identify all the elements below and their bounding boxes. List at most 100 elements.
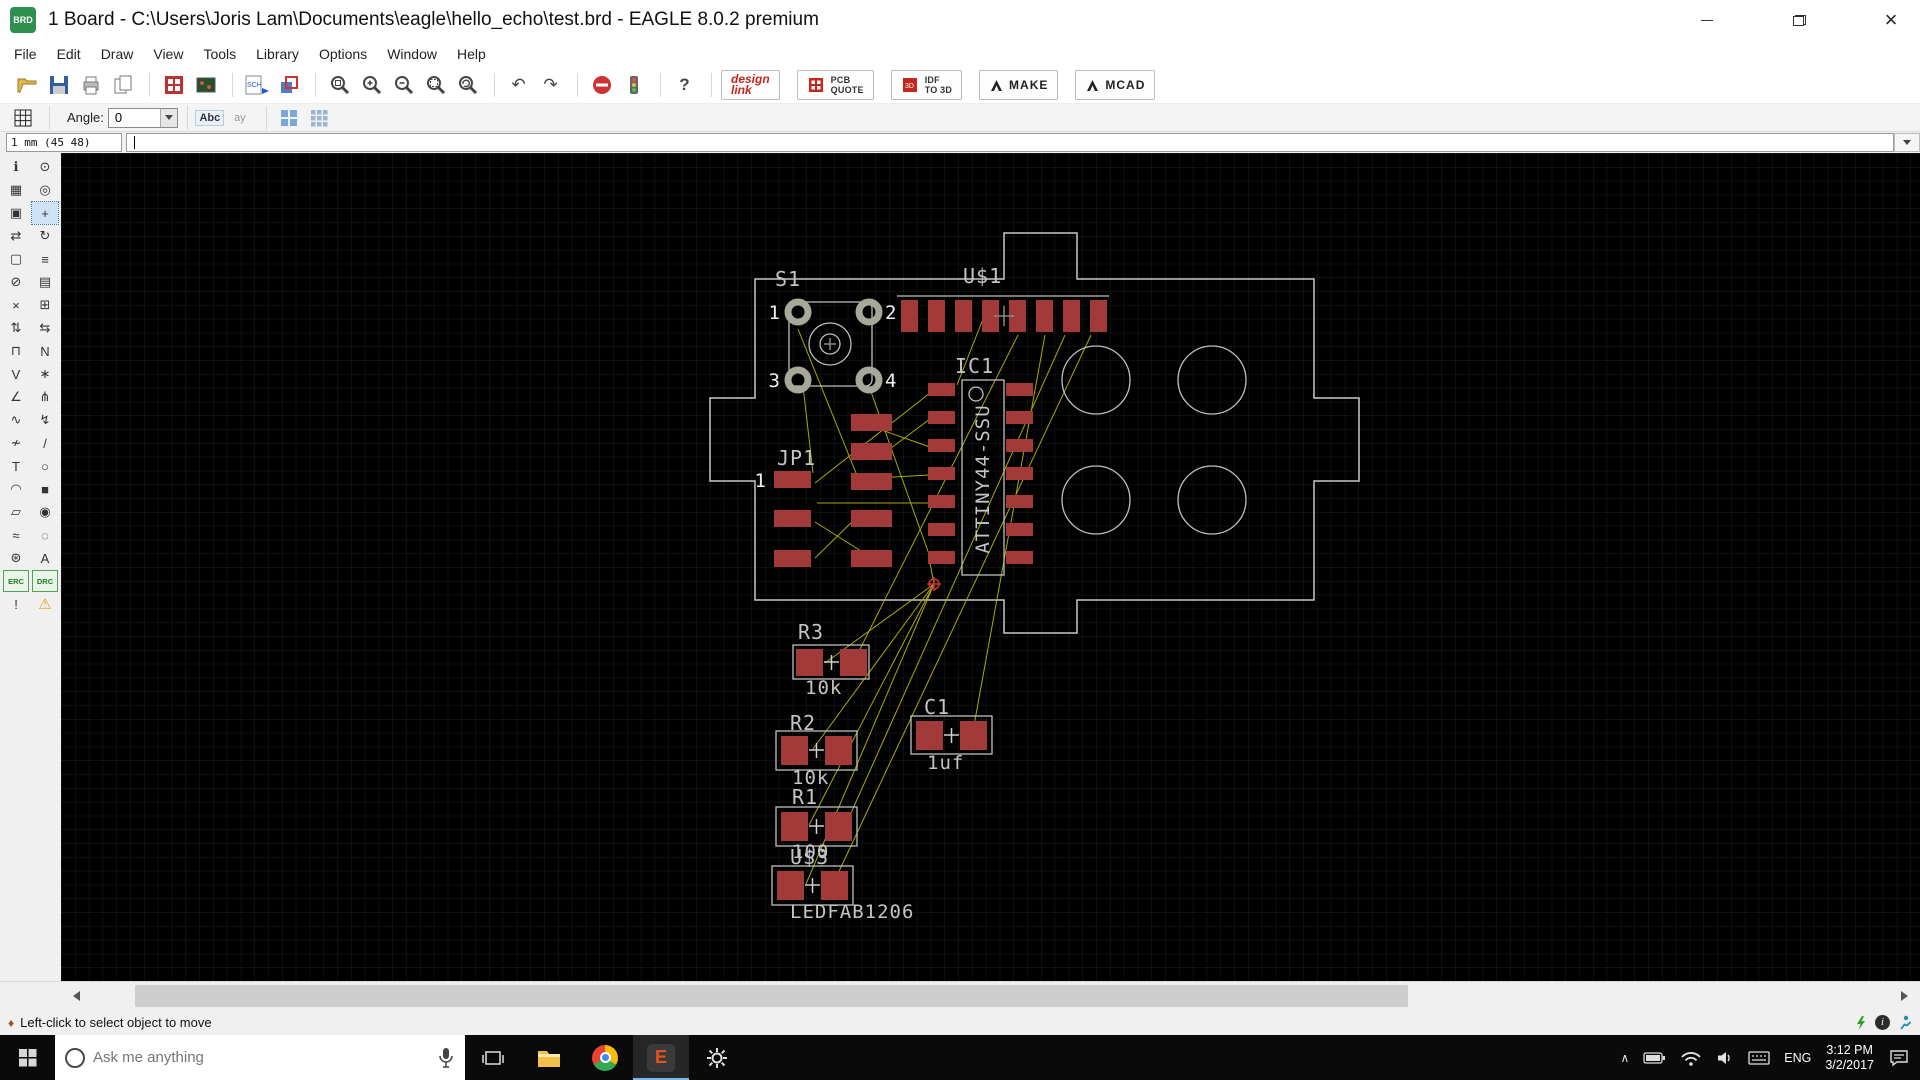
menu-item[interactable]: Draw bbox=[91, 43, 144, 65]
menu-item[interactable]: Help bbox=[447, 43, 496, 65]
text-tool[interactable]: T bbox=[3, 455, 29, 477]
group-tool[interactable]: ▢ bbox=[3, 248, 29, 270]
array-2x2-button[interactable] bbox=[276, 106, 302, 130]
action-center-icon[interactable] bbox=[1888, 1048, 1910, 1068]
menu-item[interactable]: Edit bbox=[47, 43, 91, 65]
brd-file-icon[interactable]: BRD bbox=[10, 7, 36, 33]
close-button[interactable]: × bbox=[1862, 0, 1920, 40]
eagle-taskbar-button[interactable]: E bbox=[633, 1035, 689, 1080]
taskbar-clock[interactable]: 3:12 PM 3/2/2017 bbox=[1825, 1043, 1874, 1073]
stop-button[interactable] bbox=[587, 71, 616, 100]
idf-to-3d-button[interactable]: 3D IDF TO 3D bbox=[890, 70, 963, 100]
airwires[interactable] bbox=[797, 318, 1092, 885]
mirror-tool[interactable]: ⇄ bbox=[3, 225, 29, 247]
hidden-icons-chevron[interactable]: ∧ bbox=[1620, 1051, 1629, 1065]
smash-tool[interactable]: ∗ bbox=[32, 363, 58, 385]
via-tool[interactable]: ◉ bbox=[32, 501, 58, 523]
drc-tool[interactable]: DRC bbox=[32, 570, 58, 592]
print-button[interactable] bbox=[76, 71, 105, 100]
undo-button[interactable]: ↶ bbox=[504, 71, 533, 100]
layer-settings-button[interactable] bbox=[274, 71, 303, 100]
command-input[interactable] bbox=[126, 133, 1894, 152]
start-button[interactable] bbox=[0, 1035, 55, 1080]
power-status-icon[interactable] bbox=[1855, 1015, 1867, 1031]
signal-tool[interactable]: ≈ bbox=[3, 524, 29, 546]
taskbar-search[interactable] bbox=[55, 1035, 465, 1080]
miter-tool[interactable]: ∠ bbox=[3, 386, 29, 408]
value-tool[interactable]: V bbox=[3, 363, 29, 385]
zoom-out-button[interactable] bbox=[389, 71, 418, 100]
lock-tool[interactable]: ⊓ bbox=[3, 340, 29, 362]
mcad-button[interactable]: MCAD bbox=[1075, 70, 1156, 100]
mounting-holes[interactable] bbox=[1061, 345, 1247, 535]
minimize-button[interactable] bbox=[1678, 0, 1736, 40]
route-tool[interactable]: ↯ bbox=[32, 409, 58, 431]
scroll-left-button[interactable] bbox=[61, 982, 92, 1010]
microphone-icon[interactable] bbox=[437, 1047, 455, 1069]
move-tool[interactable]: + bbox=[31, 201, 59, 225]
export-image-button[interactable] bbox=[108, 71, 137, 100]
delete-tool[interactable]: × bbox=[3, 294, 29, 316]
scroll-right-button[interactable] bbox=[1889, 982, 1920, 1010]
rotate-tool[interactable]: ↻ bbox=[32, 225, 58, 247]
ratsnest-tool[interactable]: ⊛ bbox=[3, 547, 29, 569]
wire-tool[interactable]: / bbox=[32, 432, 58, 454]
redo-button[interactable]: ↷ bbox=[536, 71, 565, 100]
text-ratio-button[interactable]: ay bbox=[227, 106, 253, 130]
component-jp1[interactable]: JP1 1 bbox=[755, 414, 892, 567]
design-link-button[interactable]: design link bbox=[721, 70, 780, 100]
board-outline[interactable] bbox=[709, 232, 1360, 634]
origin-marker[interactable] bbox=[927, 577, 941, 591]
errors-tool[interactable]: ! bbox=[3, 593, 29, 615]
wifi-icon[interactable] bbox=[1680, 1049, 1702, 1067]
text-style-button[interactable]: Abc bbox=[195, 106, 225, 130]
polygon-tool[interactable]: ▱ bbox=[3, 501, 29, 523]
grid-button[interactable] bbox=[10, 106, 36, 130]
component-s1[interactable]: S1 1 2 3 4 bbox=[769, 267, 898, 394]
info-icon[interactable]: i bbox=[1875, 1015, 1890, 1030]
language-indicator[interactable]: ENG bbox=[1784, 1051, 1811, 1065]
run-script-button[interactable] bbox=[619, 71, 648, 100]
component-r3[interactable]: R3 10k bbox=[792, 620, 870, 699]
scrollbar-thumb[interactable] bbox=[135, 985, 1408, 1007]
open-button[interactable] bbox=[12, 71, 41, 100]
component-ic1[interactable]: IC1 ATTINY44-SSU bbox=[928, 354, 1033, 576]
warning-icon[interactable]: ⚠ bbox=[32, 593, 58, 615]
touch-keyboard-icon[interactable] bbox=[1748, 1050, 1770, 1066]
make-button[interactable]: MAKE bbox=[979, 70, 1059, 100]
auto-tool[interactable]: A bbox=[32, 547, 58, 569]
copy-tool[interactable]: ▣ bbox=[3, 202, 29, 224]
change-tool[interactable]: ≡ bbox=[32, 248, 58, 270]
array-3x3-button[interactable] bbox=[306, 106, 332, 130]
zoom-in-button[interactable] bbox=[357, 71, 386, 100]
volume-icon[interactable] bbox=[1716, 1049, 1734, 1067]
board-button[interactable] bbox=[191, 71, 220, 100]
pcb-quote-button[interactable]: PCB QUOTE bbox=[796, 70, 874, 100]
zoom-select-button[interactable] bbox=[421, 71, 450, 100]
ripup-tool[interactable]: ≁ bbox=[3, 432, 29, 454]
circle-tool[interactable]: ○ bbox=[32, 455, 58, 477]
hole-tool[interactable]: ◌ bbox=[32, 524, 58, 546]
restore-button[interactable] bbox=[1770, 0, 1828, 40]
mark-tool[interactable]: ◎ bbox=[32, 179, 58, 201]
cam-processor-button[interactable] bbox=[159, 71, 188, 100]
display-tool[interactable]: ▦ bbox=[3, 179, 29, 201]
menu-item[interactable]: File bbox=[4, 43, 47, 65]
replace-tool[interactable]: ⇆ bbox=[32, 317, 58, 339]
split-tool[interactable]: ⋔ bbox=[32, 386, 58, 408]
switch-to-schematic-button[interactable]: SCH bbox=[242, 71, 271, 100]
optimize-tool[interactable]: ∿ bbox=[3, 409, 29, 431]
battery-icon[interactable] bbox=[1643, 1048, 1666, 1068]
file-explorer-button[interactable] bbox=[521, 1035, 577, 1080]
horizontal-scrollbar[interactable] bbox=[0, 981, 1920, 1010]
menu-item[interactable]: Options bbox=[309, 43, 377, 65]
menu-item[interactable]: Tools bbox=[193, 43, 246, 65]
arc-tool[interactable]: ◠ bbox=[3, 478, 29, 500]
paste-tool[interactable]: ▤ bbox=[32, 271, 58, 293]
board-drawing[interactable]: S1 1 2 3 4 U$1 IC1 ATTINY44-SSU JP1 1 R3… bbox=[61, 153, 1920, 981]
erc-tool[interactable]: ERC bbox=[3, 570, 29, 592]
rect-tool[interactable]: ■ bbox=[32, 478, 58, 500]
angle-select[interactable]: 0 bbox=[107, 107, 178, 128]
pinswap-tool[interactable]: ⇅ bbox=[3, 317, 29, 339]
save-button[interactable] bbox=[44, 71, 73, 100]
